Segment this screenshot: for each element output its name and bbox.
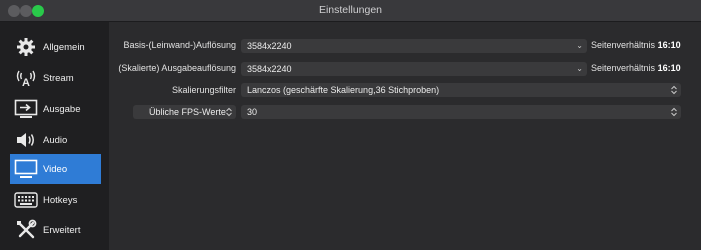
base-resolution-field[interactable]: 3584x2240 ⌄ xyxy=(241,39,587,53)
spinbox-stepper-icon[interactable] xyxy=(670,107,678,117)
chevron-down-icon[interactable]: ⌄ xyxy=(576,62,583,76)
sidebar-item-label: Stream xyxy=(43,72,74,84)
aspect-ratio-value: 16:10 xyxy=(657,40,681,50)
base-aspect-ratio: Seitenverhältnis 16:10 xyxy=(591,40,681,50)
sidebar-item-stream[interactable]: A Stream xyxy=(10,63,101,93)
antenna-icon: A xyxy=(13,67,39,89)
sidebar-item-ausgabe[interactable]: Ausgabe xyxy=(10,94,101,124)
settings-sidebar: Allgemein A Stream Ausgabe Audio Video H… xyxy=(0,22,109,250)
speaker-icon xyxy=(13,129,39,151)
output-resolution-field[interactable]: 3584x2240 ⌄ xyxy=(241,62,587,76)
sidebar-item-label: Hotkeys xyxy=(43,194,78,206)
title-bar: Einstellungen xyxy=(0,0,701,22)
select-stepper-icon xyxy=(226,107,232,117)
video-settings-panel: Basis-(Leinwand-)Auflösung 3584x2240 ⌄ S… xyxy=(109,22,701,250)
output-icon xyxy=(13,98,39,120)
sidebar-item-label: Video xyxy=(43,163,68,175)
scale-filter-value: Lanczos (geschärfte Skalierung,36 Stichp… xyxy=(247,85,440,95)
sidebar-item-video[interactable]: Video xyxy=(10,154,101,184)
sidebar-item-label: Ausgabe xyxy=(43,103,81,115)
window-title: Einstellungen xyxy=(318,4,383,16)
fps-value-field[interactable]: 30 xyxy=(241,105,681,119)
output-aspect-ratio: Seitenverhältnis 16:10 xyxy=(591,63,681,73)
select-stepper-icon xyxy=(671,85,677,95)
output-resolution-value: 3584x2240 xyxy=(247,64,292,74)
tools-icon xyxy=(13,219,39,241)
scale-filter-label: Skalierungsfilter xyxy=(171,85,236,95)
aspect-ratio-label: Seitenverhältnis xyxy=(591,63,656,73)
sidebar-item-hotkeys[interactable]: Hotkeys xyxy=(10,185,101,215)
sidebar-item-allgemein[interactable]: Allgemein xyxy=(10,32,101,62)
sidebar-item-label: Audio xyxy=(43,134,68,146)
fps-type-label: Übliche FPS-Werte xyxy=(149,107,226,117)
fps-type-select[interactable]: Übliche FPS-Werte xyxy=(133,105,236,119)
scale-filter-select[interactable]: Lanczos (geschärfte Skalierung,36 Stichp… xyxy=(241,83,681,97)
sidebar-item-label: Erweitert xyxy=(43,224,81,236)
base-resolution-value: 3584x2240 xyxy=(247,41,292,51)
svg-text:A: A xyxy=(22,77,30,89)
aspect-ratio-label: Seitenverhältnis xyxy=(591,40,656,50)
sidebar-item-label: Allgemein xyxy=(43,41,85,53)
chevron-down-icon[interactable]: ⌄ xyxy=(576,39,583,53)
monitor-icon xyxy=(13,158,39,180)
sidebar-item-erweitert[interactable]: Erweitert xyxy=(10,215,101,245)
base-resolution-label: Basis-(Leinwand-)Auflösung xyxy=(123,40,236,50)
output-resolution-label: (Skalierte) Ausgabeauflösung xyxy=(118,63,236,73)
fps-value: 30 xyxy=(247,107,258,117)
keyboard-icon xyxy=(13,189,39,211)
sidebar-item-audio[interactable]: Audio xyxy=(10,125,101,155)
gear-icon xyxy=(13,36,39,58)
aspect-ratio-value: 16:10 xyxy=(657,63,681,73)
